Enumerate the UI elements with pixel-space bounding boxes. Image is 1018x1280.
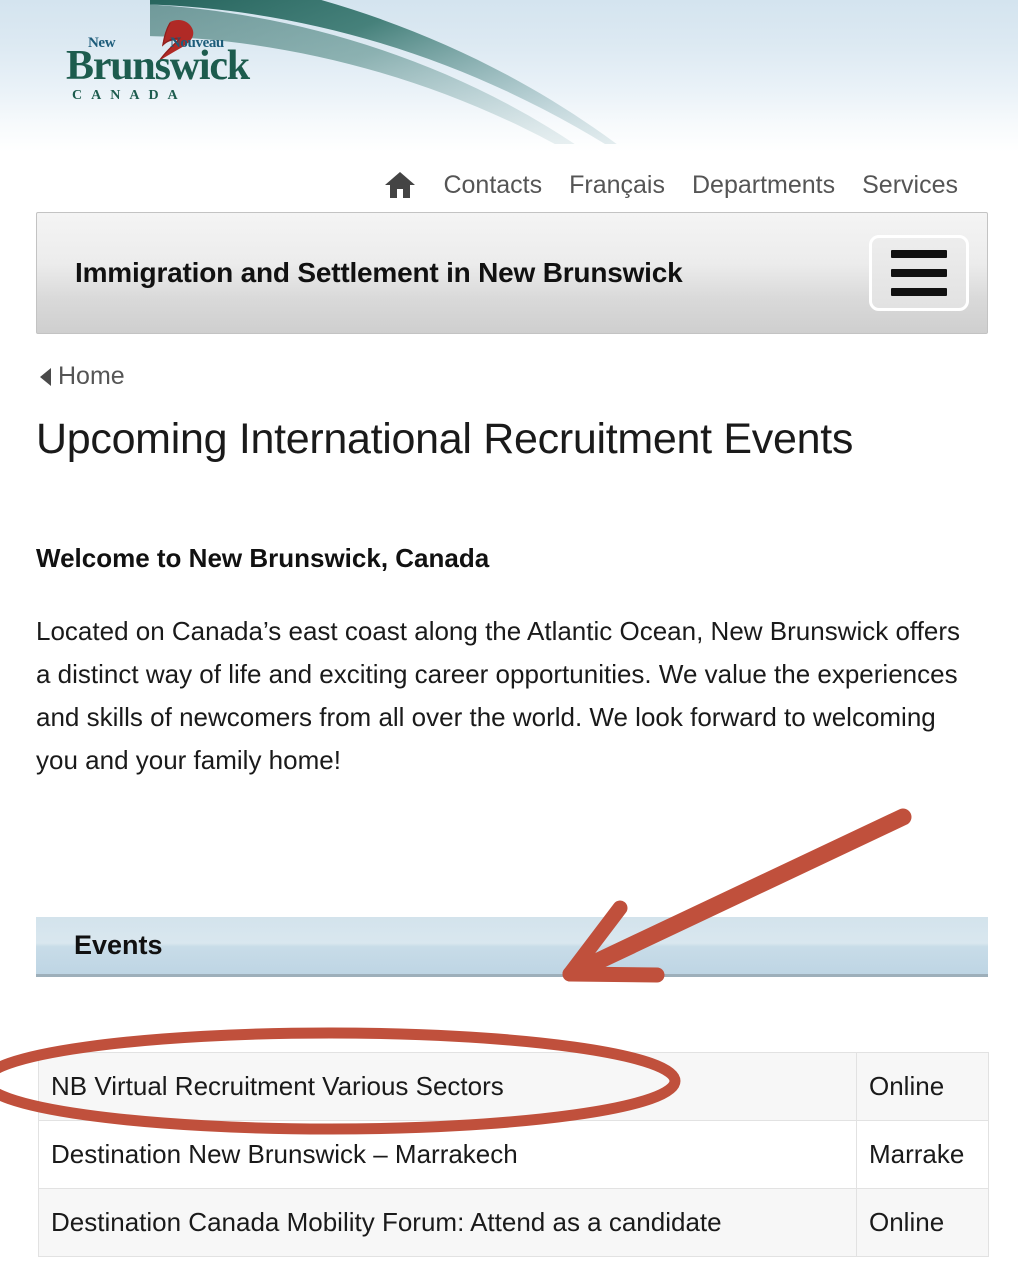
nav-link-departments[interactable]: Departments (692, 172, 835, 198)
page-root: New Nouveau Brunswick CANADA Contacts Fr… (0, 0, 1018, 1280)
logo-canada-text: CANADA (72, 88, 187, 103)
home-icon[interactable] (384, 170, 416, 200)
breadcrumb-link-home[interactable]: Home (58, 362, 125, 391)
table-row[interactable]: Destination New Brunswick – Marrakech Ma… (38, 1120, 989, 1189)
page-title: Upcoming International Recruitment Event… (36, 415, 854, 463)
hamburger-bar (891, 288, 947, 296)
nav-link-services[interactable]: Services (862, 172, 958, 198)
events-section-banner: Events (36, 917, 988, 977)
breadcrumb: Home (40, 362, 125, 391)
hamburger-menu-icon[interactable] (869, 235, 969, 311)
top-navigation: Contacts Français Departments Services (0, 162, 1018, 208)
event-name-cell[interactable]: Destination Canada Mobility Forum: Atten… (38, 1188, 857, 1257)
site-title-bar: Immigration and Settlement in New Brunsw… (36, 212, 988, 334)
table-row[interactable]: Destination Canada Mobility Forum: Atten… (38, 1188, 989, 1257)
events-banner-label: Events (74, 930, 163, 960)
table-row[interactable]: NB Virtual Recruitment Various Sectors O… (38, 1052, 989, 1121)
event-location-cell: Online (856, 1188, 989, 1257)
nav-link-contacts[interactable]: Contacts (443, 172, 542, 198)
site-title: Immigration and Settlement in New Brunsw… (75, 257, 683, 288)
event-name-cell[interactable]: Destination New Brunswick – Marrakech (38, 1120, 857, 1189)
left-triangle-icon (40, 367, 51, 386)
event-location-cell: Marrake (856, 1120, 989, 1189)
hamburger-bar (891, 269, 947, 277)
logo-brunswick-text: Brunswick (66, 43, 250, 89)
welcome-heading: Welcome to New Brunswick, Canada (36, 543, 490, 573)
masthead: New Nouveau Brunswick CANADA (0, 0, 1018, 152)
main-content: Welcome to New Brunswick, Canada Located… (36, 543, 976, 782)
intro-paragraph: Located on Canada’s east coast along the… (36, 616, 961, 775)
events-table: NB Virtual Recruitment Various Sectors O… (38, 1052, 989, 1257)
event-location-cell: Online (856, 1052, 989, 1121)
nb-logo[interactable]: New Nouveau Brunswick CANADA (62, 18, 322, 104)
nav-link-francais[interactable]: Français (569, 172, 665, 198)
hamburger-bar (891, 250, 947, 258)
event-name-cell[interactable]: NB Virtual Recruitment Various Sectors (38, 1052, 857, 1121)
